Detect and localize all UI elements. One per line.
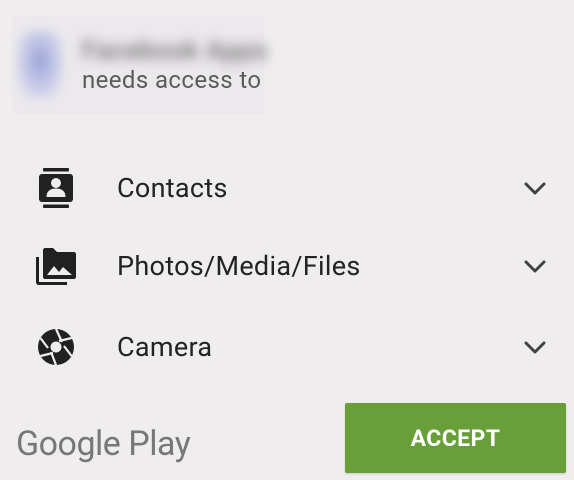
app-header: Facebook Apps needs access to	[12, 16, 267, 114]
chevron-down-icon[interactable]	[524, 181, 546, 195]
permission-row-contacts[interactable]: Contacts	[0, 160, 574, 216]
permission-row-camera[interactable]: Camera	[0, 319, 574, 375]
permission-label-contacts: Contacts	[117, 172, 228, 204]
app-name: Facebook Apps	[82, 36, 268, 66]
chevron-down-icon[interactable]	[524, 340, 546, 354]
camera-aperture-icon	[34, 325, 78, 369]
app-icon	[16, 30, 64, 100]
photos-folder-icon	[34, 244, 78, 288]
permission-label-photos-media-files: Photos/Media/Files	[117, 250, 361, 282]
needs-access-label: needs access to	[82, 66, 262, 94]
chevron-down-icon[interactable]	[524, 259, 546, 273]
permission-label-camera: Camera	[117, 331, 213, 363]
permission-row-photos-media-files[interactable]: Photos/Media/Files	[0, 238, 574, 294]
contacts-icon	[34, 166, 78, 210]
accept-button[interactable]: ACCEPT	[345, 403, 566, 473]
google-play-logo: Google Play	[16, 424, 191, 464]
